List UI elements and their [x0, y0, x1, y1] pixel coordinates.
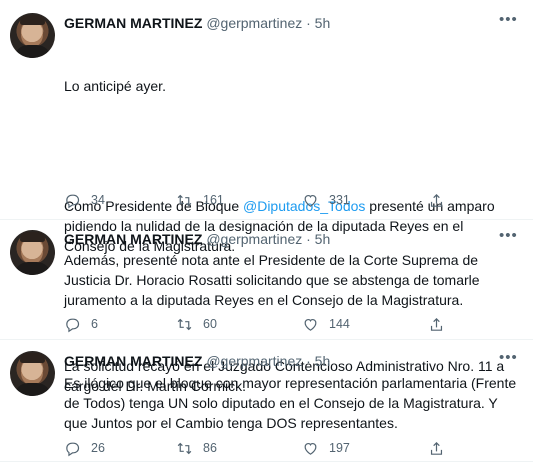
author-name[interactable]: GERMAN MARTINEZ: [64, 353, 202, 369]
reply-button[interactable]: 6: [64, 314, 98, 334]
heart-icon: [304, 442, 317, 455]
author-handle-time[interactable]: @gerpmartinez · 5h: [206, 15, 330, 31]
share-icon: [430, 193, 443, 207]
heart-icon: [304, 194, 317, 207]
retweet-icon: [177, 318, 192, 330]
more-icon[interactable]: •••: [499, 12, 517, 32]
like-button[interactable]: 331: [302, 190, 350, 210]
author-name[interactable]: GERMAN MARTINEZ: [64, 15, 202, 31]
retweet-icon: [177, 442, 192, 454]
retweet-button[interactable]: 161: [176, 190, 224, 210]
share-icon: [430, 441, 443, 455]
reply-button[interactable]: 34: [64, 190, 105, 210]
reply-icon: [66, 194, 80, 208]
avatar[interactable]: [10, 13, 55, 58]
tweet-text: Es ilógico que el bloque con mayor repre…: [64, 375, 521, 431]
tweet[interactable]: GERMAN MARTINEZ @gerpmartinez · 5h ••• A…: [0, 220, 533, 340]
tweet-actions: 26 86 197: [64, 438, 517, 458]
reply-count: 6: [91, 317, 98, 331]
reply-icon: [66, 442, 80, 456]
tweet-paragraph: Lo anticipé ayer.: [64, 78, 166, 94]
share-button[interactable]: [428, 190, 445, 210]
reply-count: 34: [91, 193, 105, 207]
tweet-header: GERMAN MARTINEZ @gerpmartinez · 5h: [64, 230, 330, 248]
reply-count: 26: [91, 441, 105, 455]
avatar[interactable]: [10, 230, 55, 275]
share-button[interactable]: [428, 314, 445, 334]
tweet-text: Además, presenté nota ante el Presidente…: [64, 252, 484, 308]
like-count: 331: [329, 193, 350, 207]
author-handle-time[interactable]: @gerpmartinez · 5h: [206, 231, 330, 247]
more-icon[interactable]: •••: [499, 228, 517, 248]
author-handle-time[interactable]: @gerpmartinez · 5h: [206, 353, 330, 369]
tweet-header: GERMAN MARTINEZ @gerpmartinez · 5h: [64, 352, 330, 370]
tweet[interactable]: GERMAN MARTINEZ @gerpmartinez · 5h ••• L…: [0, 0, 533, 394]
like-count: 144: [329, 317, 350, 331]
retweet-count: 161: [203, 193, 224, 207]
heart-icon: [304, 318, 317, 331]
tweet-actions: 6 60 144: [64, 314, 517, 334]
tweet[interactable]: GERMAN MARTINEZ @gerpmartinez · 5h ••• E…: [0, 340, 533, 462]
avatar[interactable]: [10, 351, 55, 396]
reply-icon: [66, 318, 80, 332]
tweet-header: GERMAN MARTINEZ @gerpmartinez · 5h: [64, 14, 330, 32]
author-name[interactable]: GERMAN MARTINEZ: [64, 231, 202, 247]
tweet-actions: 34 161 331: [64, 190, 517, 210]
retweet-count: 60: [203, 317, 217, 331]
retweet-icon: [177, 194, 192, 206]
like-count: 197: [329, 441, 350, 455]
like-button[interactable]: 144: [302, 314, 350, 334]
like-button[interactable]: 197: [302, 438, 350, 458]
reply-button[interactable]: 26: [64, 438, 105, 458]
retweet-button[interactable]: 86: [176, 438, 217, 458]
share-icon: [430, 317, 443, 331]
share-button[interactable]: [428, 438, 445, 458]
more-icon[interactable]: •••: [499, 350, 517, 370]
retweet-button[interactable]: 60: [176, 314, 217, 334]
retweet-count: 86: [203, 441, 217, 455]
